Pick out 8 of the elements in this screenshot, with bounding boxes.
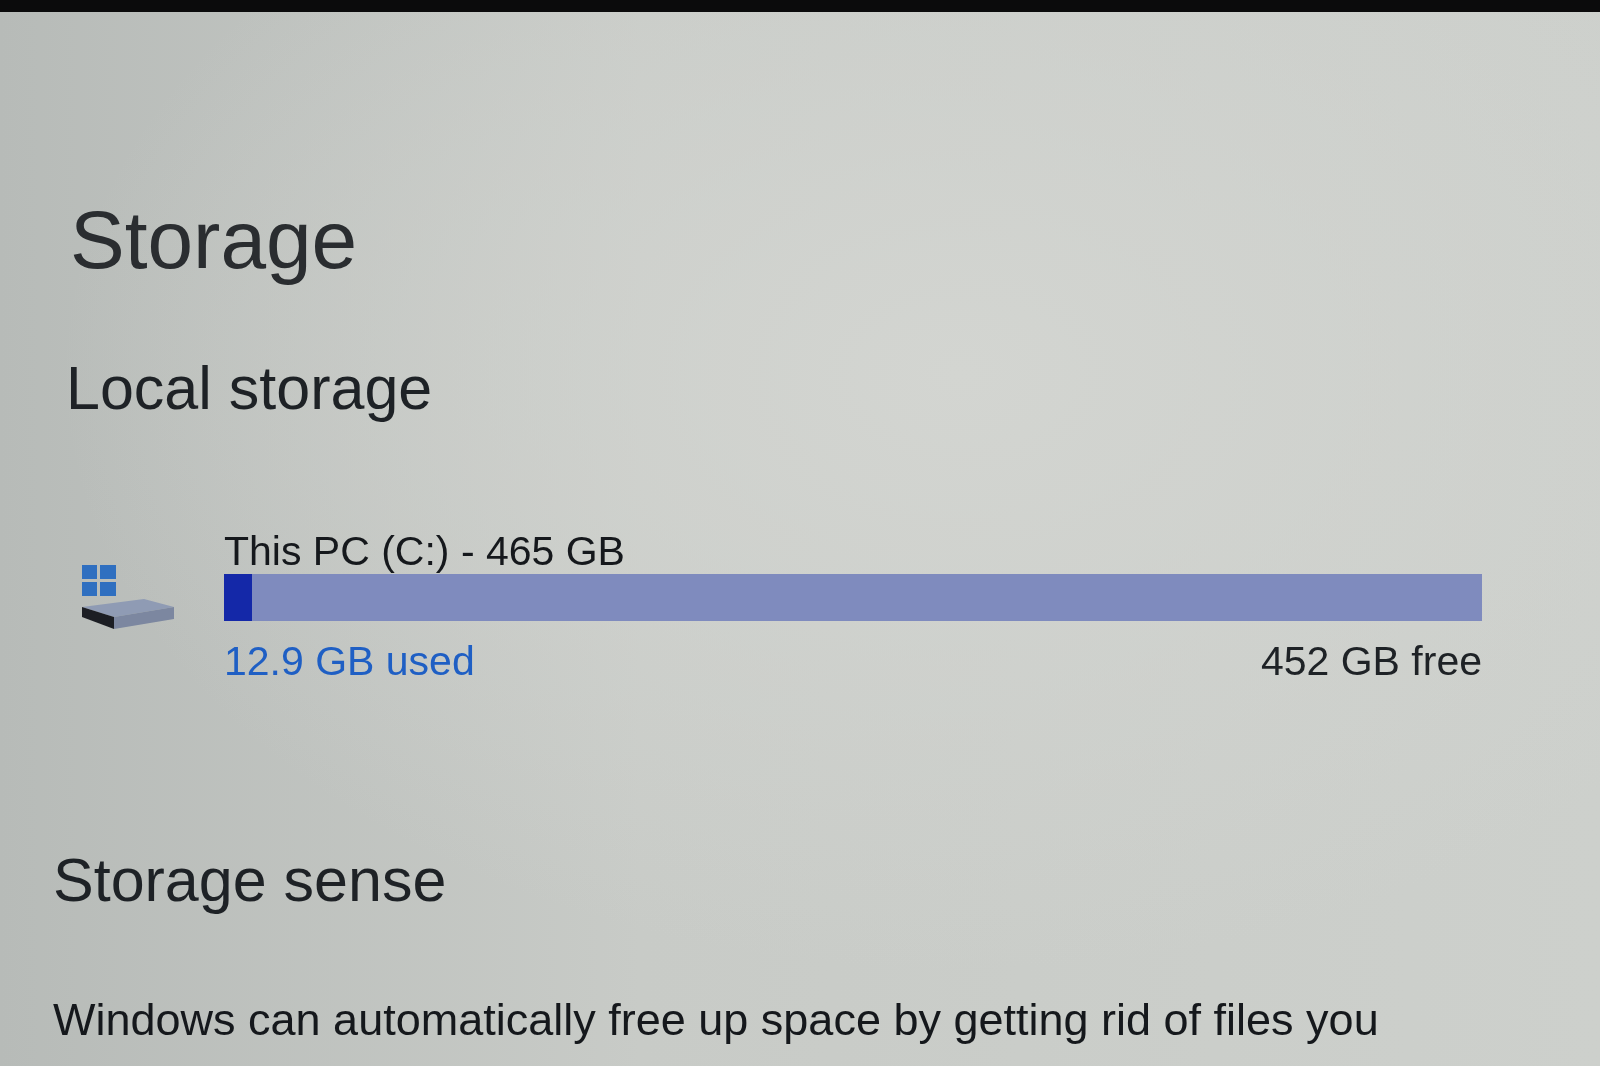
storage-sense-description: Windows can automatically free up space by getting rid of files you <box>53 992 1379 1047</box>
page-title: Storage <box>70 193 358 287</box>
free-space-label: 452 GB free <box>1260 638 1482 684</box>
section-heading: Storage sense <box>53 844 447 916</box>
section-heading: Local storage <box>66 353 433 425</box>
hard-drive-icon <box>82 564 174 632</box>
used-space-label: 12.9 GB used <box>224 638 475 684</box>
drive-name: This PC (C:) - 465 GB <box>224 528 626 574</box>
